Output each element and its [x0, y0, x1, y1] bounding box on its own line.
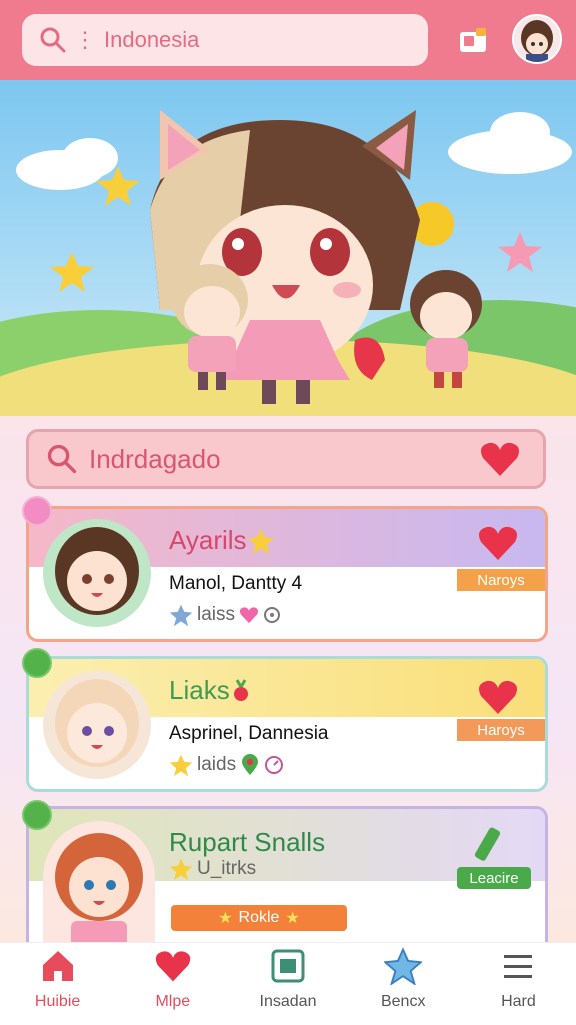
search-icon	[47, 444, 77, 474]
gift-icon[interactable]	[458, 24, 490, 56]
card-subtitle: Manol, Dantty 4	[169, 573, 303, 594]
location-pin-icon	[242, 754, 259, 775]
card-tag: Naroys	[457, 569, 545, 591]
card-title: Ayarils	[169, 525, 247, 555]
nav-item-home[interactable]: Huibie	[0, 943, 115, 1025]
heart-icon	[155, 951, 190, 982]
flower-badge	[22, 496, 52, 526]
character-card-1[interactable]: Ayarils Manol, Dantty 4 laiss Naroys	[26, 506, 548, 642]
heart-icon[interactable]	[477, 523, 519, 563]
character-avatar	[43, 519, 151, 627]
nav-item-likes[interactable]: Mlpe	[115, 943, 230, 1025]
card-tag: Leacire	[457, 867, 531, 889]
profile-avatar[interactable]	[512, 14, 562, 64]
star-icon	[169, 858, 193, 881]
card-meta-text: laids	[197, 754, 237, 775]
character-avatar	[43, 671, 151, 779]
featured-search-bar[interactable]: Indrdagado	[26, 429, 546, 489]
star-icon	[169, 604, 193, 627]
star-icon	[169, 754, 193, 777]
star-icon	[247, 528, 275, 555]
star-icon: ★	[285, 910, 300, 927]
nav-label: Bencx	[380, 993, 426, 1010]
card-tag: Haroys	[457, 719, 545, 741]
nav-label: Hard	[501, 993, 536, 1010]
gallery-icon	[271, 949, 305, 983]
leaf-badge	[22, 800, 52, 830]
progress-label: Rokle	[238, 909, 280, 926]
heart-icon[interactable]	[477, 677, 519, 717]
featured-search-text: Indrdagado	[89, 443, 221, 474]
star-icon	[384, 947, 423, 985]
more-dots-icon[interactable]: ⋮	[74, 27, 96, 53]
progress-banner[interactable]: ★ Rokle ★	[171, 905, 347, 931]
nav-item-favorites[interactable]: Bencx	[346, 943, 461, 1025]
nav-item-menu[interactable]: Hard	[461, 943, 576, 1025]
nav-label: Mlpe	[155, 993, 191, 1010]
search-icon	[40, 27, 66, 53]
card-meta: U_itrks	[169, 857, 256, 881]
character-avatar	[43, 821, 155, 946]
nav-label: Huibie	[34, 993, 81, 1010]
home-icon	[42, 951, 73, 981]
card-subtitle: Asprinel, Dannesia	[169, 723, 329, 744]
circle-dot-icon	[264, 607, 281, 623]
star-icon: ★	[218, 910, 233, 927]
nav-label: Insadan	[259, 993, 317, 1010]
nav-item-gallery[interactable]: Insadan	[230, 943, 345, 1025]
character-card-3[interactable]: Rupart Snalls U_itrks Leacire ★ Rokle ★	[26, 806, 548, 946]
top-search-bar[interactable]: ⋮ Indonesia	[22, 14, 428, 66]
card-meta-text: U_itrks	[197, 858, 257, 879]
card-title: Liaks	[169, 675, 230, 705]
leaf-badge	[22, 648, 52, 678]
heart-icon	[239, 607, 259, 624]
card-meta: laids	[169, 753, 284, 777]
top-search-text: Indonesia	[104, 27, 200, 52]
character-card-2[interactable]: Liaks Asprinel, Dannesia laids Haroys	[26, 656, 548, 792]
card-meta: laiss	[169, 603, 281, 627]
card-title: Rupart Snalls	[169, 827, 326, 857]
menu-icon	[504, 955, 533, 978]
pencil-icon[interactable]	[469, 825, 505, 865]
hero-illustration	[0, 80, 576, 416]
swirl-icon	[265, 756, 284, 774]
bottom-nav: Huibie Mlpe Insadan Bencx Hard	[0, 942, 576, 1025]
heart-icon[interactable]	[479, 440, 521, 478]
radish-icon	[234, 679, 248, 701]
card-meta-text: laiss	[197, 604, 236, 625]
